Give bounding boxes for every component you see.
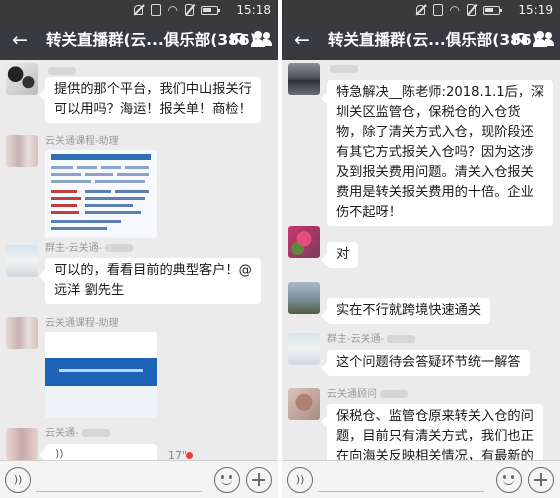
emoji-icon[interactable] [496, 467, 522, 493]
input-bar: )) [282, 460, 560, 498]
chat-title-bar: ← 转关直播群(云...俱乐部(386) [282, 20, 560, 60]
sender-name: 云关通- [45, 428, 110, 440]
no-sim-icon [467, 4, 476, 16]
voice-toggle-button[interactable]: )) [287, 467, 313, 493]
message-bubble[interactable]: 特急解决__陈老师:2018.1.1后，深 圳关区监管仓，保税仓的入仓货 物，除… [320, 80, 554, 226]
wifi-icon: ◠ [167, 3, 178, 17]
message-line: 可以的，看看目前的典型客户！@ [54, 263, 252, 278]
sender-name: 云关通课程-助理 [45, 136, 119, 147]
input-bar: )) [0, 460, 278, 498]
slide-screenshot [45, 150, 157, 238]
message-line: 远洋 劉先生 [54, 283, 125, 298]
battery-icon [483, 5, 502, 15]
message-line: 有其它方式报关入仓吗？因为这涉 [336, 145, 534, 160]
avatar[interactable] [6, 317, 38, 349]
status-bar: ◠ 15:19 [282, 0, 560, 20]
status-time: 15:19 [518, 3, 553, 17]
slide-image[interactable] [45, 150, 157, 238]
message-line: 提供的那个平台，我们中山报关行 [54, 82, 252, 97]
sender-name: 云关通顾问 [327, 389, 408, 401]
chat-title: 转关直播群(云...俱乐部(386) [46, 31, 257, 49]
avatar[interactable] [288, 333, 320, 365]
avatar[interactable] [6, 245, 38, 277]
back-arrow-icon[interactable]: ← [12, 29, 28, 51]
vibrate-icon [150, 4, 161, 16]
bell-off-icon [512, 32, 527, 47]
avatar[interactable] [288, 282, 320, 314]
mute-status-icon [414, 4, 426, 16]
presentation-image[interactable] [45, 332, 157, 418]
status-time: 15:18 [236, 3, 271, 17]
avatar[interactable] [6, 63, 38, 95]
mute-status-icon [132, 4, 144, 16]
unread-dot [186, 452, 193, 459]
message-line: 伤不起呀！ [336, 205, 402, 220]
status-bar: ◠ 15:18 [0, 0, 278, 20]
message-line: 实在不行就跨境快速通关 [336, 303, 482, 318]
no-sim-icon [185, 4, 194, 16]
message-bubble[interactable]: 可以的，看看目前的典型客户！@ 远洋 劉先生 [39, 258, 261, 304]
avatar[interactable] [288, 226, 320, 258]
sender-name: 群主-云关通- [45, 243, 134, 255]
message-bubble[interactable]: 这个问题待会答疑环节统一解答 [321, 350, 530, 376]
avatar[interactable] [288, 388, 320, 420]
message-line: 保税仓、监管仓原来转关入仓的问 [336, 409, 534, 424]
plus-icon[interactable] [246, 467, 272, 493]
chat-title: 转关直播群(云...俱乐部(386) [328, 31, 539, 49]
message-bubble[interactable]: 实在不行就跨境快速通关 [320, 298, 491, 324]
chat-title-bar: ← 转关直播群(云...俱乐部(386) [0, 20, 278, 60]
message-line: 及到报关费用问题。清关入仓报关 [336, 165, 534, 180]
sender-name: 群主-云关通- [327, 334, 416, 346]
chat-screen-left: ◠ 15:18 ← 转关直播群(云...俱乐部(386) 提供的那个平台，我们中… [0, 0, 278, 498]
vibrate-icon [432, 4, 443, 16]
message-input[interactable] [36, 491, 202, 492]
message-line: 可以用吗？海运！报关单！商检！ [54, 102, 252, 117]
message-line: 物，除了清关方式入仓，现阶段还 [336, 125, 534, 140]
message-bubble[interactable]: 对 [320, 242, 359, 268]
message-line: 特急解决__陈老师:2018.1.1后，深 [336, 85, 545, 100]
message-line: 对 [336, 247, 350, 262]
avatar[interactable] [6, 428, 38, 460]
message-line: 费用是转关报关费用的十倍。企业 [336, 185, 534, 200]
voice-toggle-button[interactable]: )) [5, 467, 31, 493]
avatar[interactable] [6, 135, 38, 167]
back-arrow-icon[interactable]: ← [294, 29, 310, 51]
plus-icon[interactable] [528, 467, 554, 493]
wifi-icon: ◠ [449, 3, 460, 17]
avatar[interactable] [288, 63, 320, 95]
sender-name [327, 64, 358, 76]
chat-screen-right: ◠ 15:19 ← 转关直播群(云...俱乐部(386) 特急解决__陈老师:2… [282, 0, 560, 498]
emoji-icon[interactable] [214, 467, 240, 493]
members-icon[interactable] [532, 31, 554, 47]
message-input[interactable] [318, 491, 484, 492]
sender-name: 云关通课程-助理 [45, 318, 119, 329]
chat-screens: ◠ 15:18 ← 转关直播群(云...俱乐部(386) 提供的那个平台，我们中… [0, 0, 560, 498]
message-bubble[interactable]: 提供的那个平台，我们中山报关行 可以用吗？海运！报关单！商检！ [39, 77, 261, 123]
presentation-screenshot [45, 332, 157, 418]
bell-off-icon [230, 32, 245, 47]
message-line: 圳关区监管仓，保税仓的入仓货 [336, 105, 521, 120]
message-line: 这个问题待会答疑环节统一解答 [336, 355, 521, 370]
members-icon[interactable] [250, 31, 272, 47]
battery-icon [201, 5, 220, 15]
voice-icon: )) [55, 447, 64, 460]
message-line: 题，目前只有清关方式，我们也正 [336, 429, 534, 444]
